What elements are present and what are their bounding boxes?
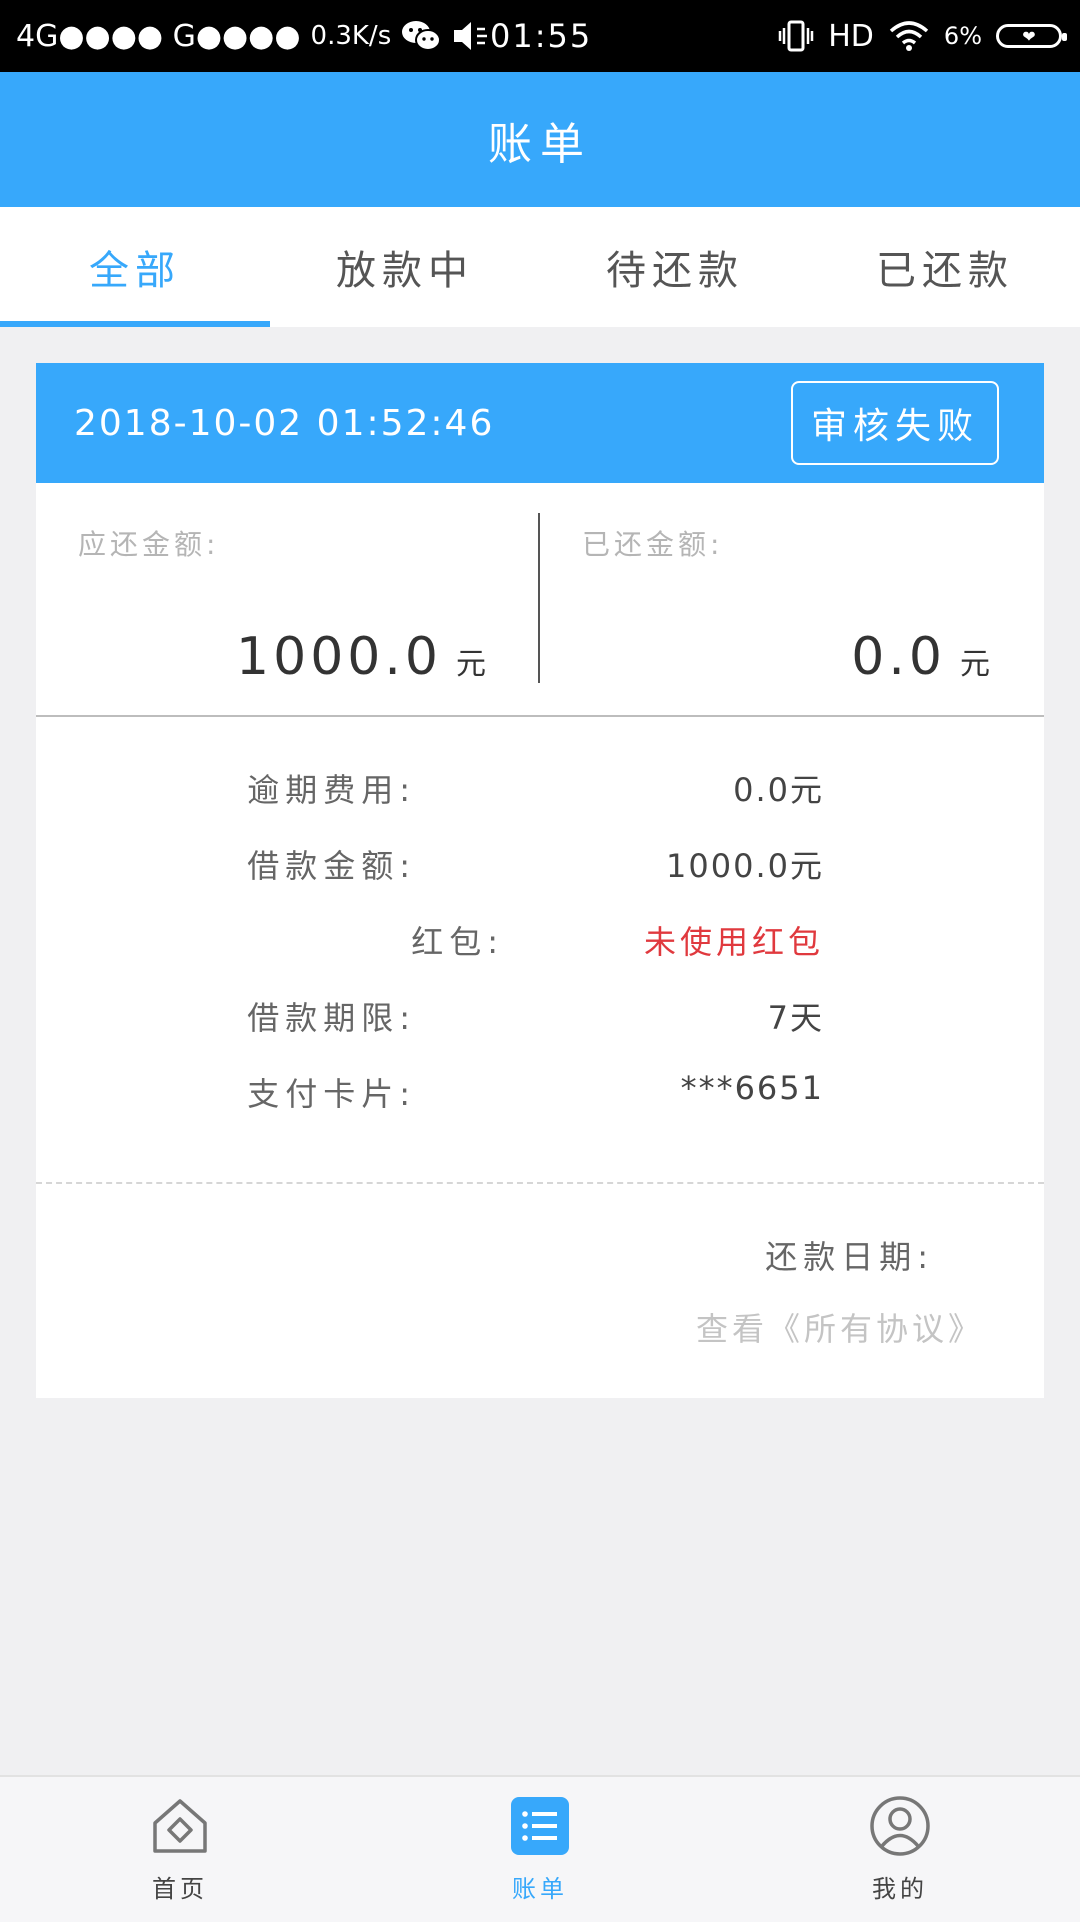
detail-key: 支付卡片: [247, 1075, 416, 1113]
hd-indicator: HD [828, 18, 874, 54]
nav-bills-label: 账单 [512, 1875, 568, 1903]
repay-date-label: 还款日期: [765, 1238, 934, 1276]
vibrate-icon [779, 20, 814, 52]
bill-tabs: 全部 放款中 待还款 已还款 [0, 207, 1080, 327]
nav-home[interactable]: 首页 [0, 1777, 360, 1922]
wechat-icon [402, 21, 442, 51]
network-indicator: 4G●●●● G●●●● [16, 18, 301, 54]
due-amount-value-wrap: 1000.0 元 [236, 627, 490, 687]
amounts-section: 应还金额: 1000.0 元 已还金额: 0.0 元 [36, 483, 1044, 717]
detail-row-red-packet: 红包: 未使用红包 [36, 917, 1044, 977]
detail-row-payment-card: 支付卡片: ***6651 [36, 1069, 1044, 1129]
bottom-nav: 首页 账单 我的 [0, 1775, 1080, 1922]
volume-muted-icon [454, 22, 488, 50]
nav-home-label: 首页 [152, 1875, 208, 1903]
due-amount-unit: 元 [456, 647, 490, 682]
tab-lending[interactable]: 放款中 [270, 207, 540, 327]
agreements-link[interactable]: 查看《所有协议》 [696, 1304, 984, 1350]
tab-all[interactable]: 全部 [0, 207, 270, 327]
nav-bills[interactable]: 账单 [360, 1777, 720, 1922]
due-amount-block: 应还金额: 1000.0 元 [36, 483, 540, 715]
home-icon [153, 1799, 207, 1853]
paid-amount-value: 0.0 [851, 627, 946, 687]
detail-key: 借款期限: [247, 999, 416, 1037]
bill-details: 逾期费用: 0.0元 借款金额: 1000.0元 红包: 未使用红包 借款期限:… [36, 717, 1044, 1184]
paid-amount-unit: 元 [960, 647, 994, 682]
detail-value: 1000.0元 [666, 847, 824, 885]
due-amount-label: 应还金额: [78, 528, 220, 561]
paid-amount-value-wrap: 0.0 元 [851, 627, 994, 687]
review-status-button[interactable]: 审核失败 [790, 381, 999, 465]
page-title: 账单 [488, 118, 592, 170]
status-bar: 4G●●●● G●●●● 0.3K/s 01:55 HD 6% ❤ [0, 0, 1080, 72]
paid-amount-block: 已还金额: 0.0 元 [540, 483, 1044, 715]
detail-value: 0.0元 [733, 771, 824, 809]
battery-percent: 6% [943, 22, 982, 50]
detail-row-loan-amount: 借款金额: 1000.0元 [36, 841, 1044, 901]
network-speed: 0.3K/s [310, 21, 392, 51]
battery-icon: ❤ [996, 24, 1067, 48]
list-icon [511, 1797, 569, 1855]
nav-profile[interactable]: 我的 [720, 1777, 1080, 1922]
bill-card[interactable]: 2018-10-02 01:52:46 审核失败 应还金额: 1000.0 元 已… [36, 363, 1044, 1398]
bill-footer: 还款日期: 查看《所有协议》 [36, 1184, 1044, 1399]
detail-value: 7天 [767, 999, 824, 1037]
profile-icon [870, 1796, 930, 1856]
detail-key: 借款金额: [247, 847, 416, 885]
detail-key: 逾期费用: [247, 771, 416, 809]
wifi-icon [889, 21, 929, 51]
detail-key: 红包: [411, 923, 504, 961]
tab-pending-repay[interactable]: 待还款 [540, 207, 810, 327]
page-header: 账单 [0, 72, 1080, 207]
bill-datetime: 2018-10-02 01:52:46 [74, 402, 495, 444]
detail-row-loan-term: 借款期限: 7天 [36, 993, 1044, 1053]
paid-amount-label: 已还金额: [582, 528, 724, 561]
tab-repaid[interactable]: 已还款 [810, 207, 1080, 327]
nav-profile-label: 我的 [872, 1875, 928, 1903]
detail-value: ***6651 [680, 1069, 824, 1107]
clock: 01:55 [490, 17, 593, 55]
detail-value: 未使用红包 [643, 923, 824, 961]
due-amount-value: 1000.0 [236, 627, 442, 687]
bill-card-header: 2018-10-02 01:52:46 审核失败 [36, 363, 1044, 483]
detail-row-overdue-fee: 逾期费用: 0.0元 [36, 765, 1044, 825]
